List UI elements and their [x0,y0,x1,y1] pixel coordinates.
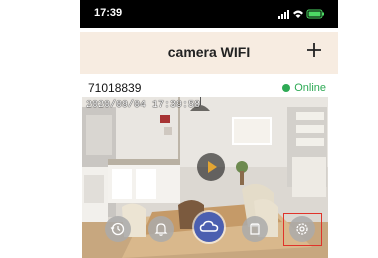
online-status-icon [282,84,291,92]
plus-icon [307,43,321,57]
status-icons [278,9,324,19]
device-status-label: Online [294,82,326,94]
phone-screen: 17:39 camera WIFI 71018839 Online 2020/0… [80,0,338,258]
alarm-button[interactable] [148,216,174,242]
device-id: 71018839 [88,81,142,95]
storage-button[interactable] [242,216,268,242]
bell-icon [154,223,168,236]
add-device-button[interactable] [304,40,324,60]
playback-icon [110,222,125,236]
status-bar: 17:39 [80,0,338,28]
sd-card-icon [250,223,260,235]
settings-highlight [283,213,322,246]
camera-timestamp: 2020/09/04 17:39:58 [86,100,201,111]
cloud-icon [199,220,219,232]
playback-button[interactable] [105,216,131,242]
play-button[interactable] [197,153,225,181]
page-title: camera WIFI [167,44,251,60]
header-bar: camera WIFI [80,32,338,74]
play-icon [208,161,217,173]
status-time: 17:39 [94,7,123,19]
device-status: Online [282,82,326,94]
cloud-button[interactable] [194,212,224,242]
